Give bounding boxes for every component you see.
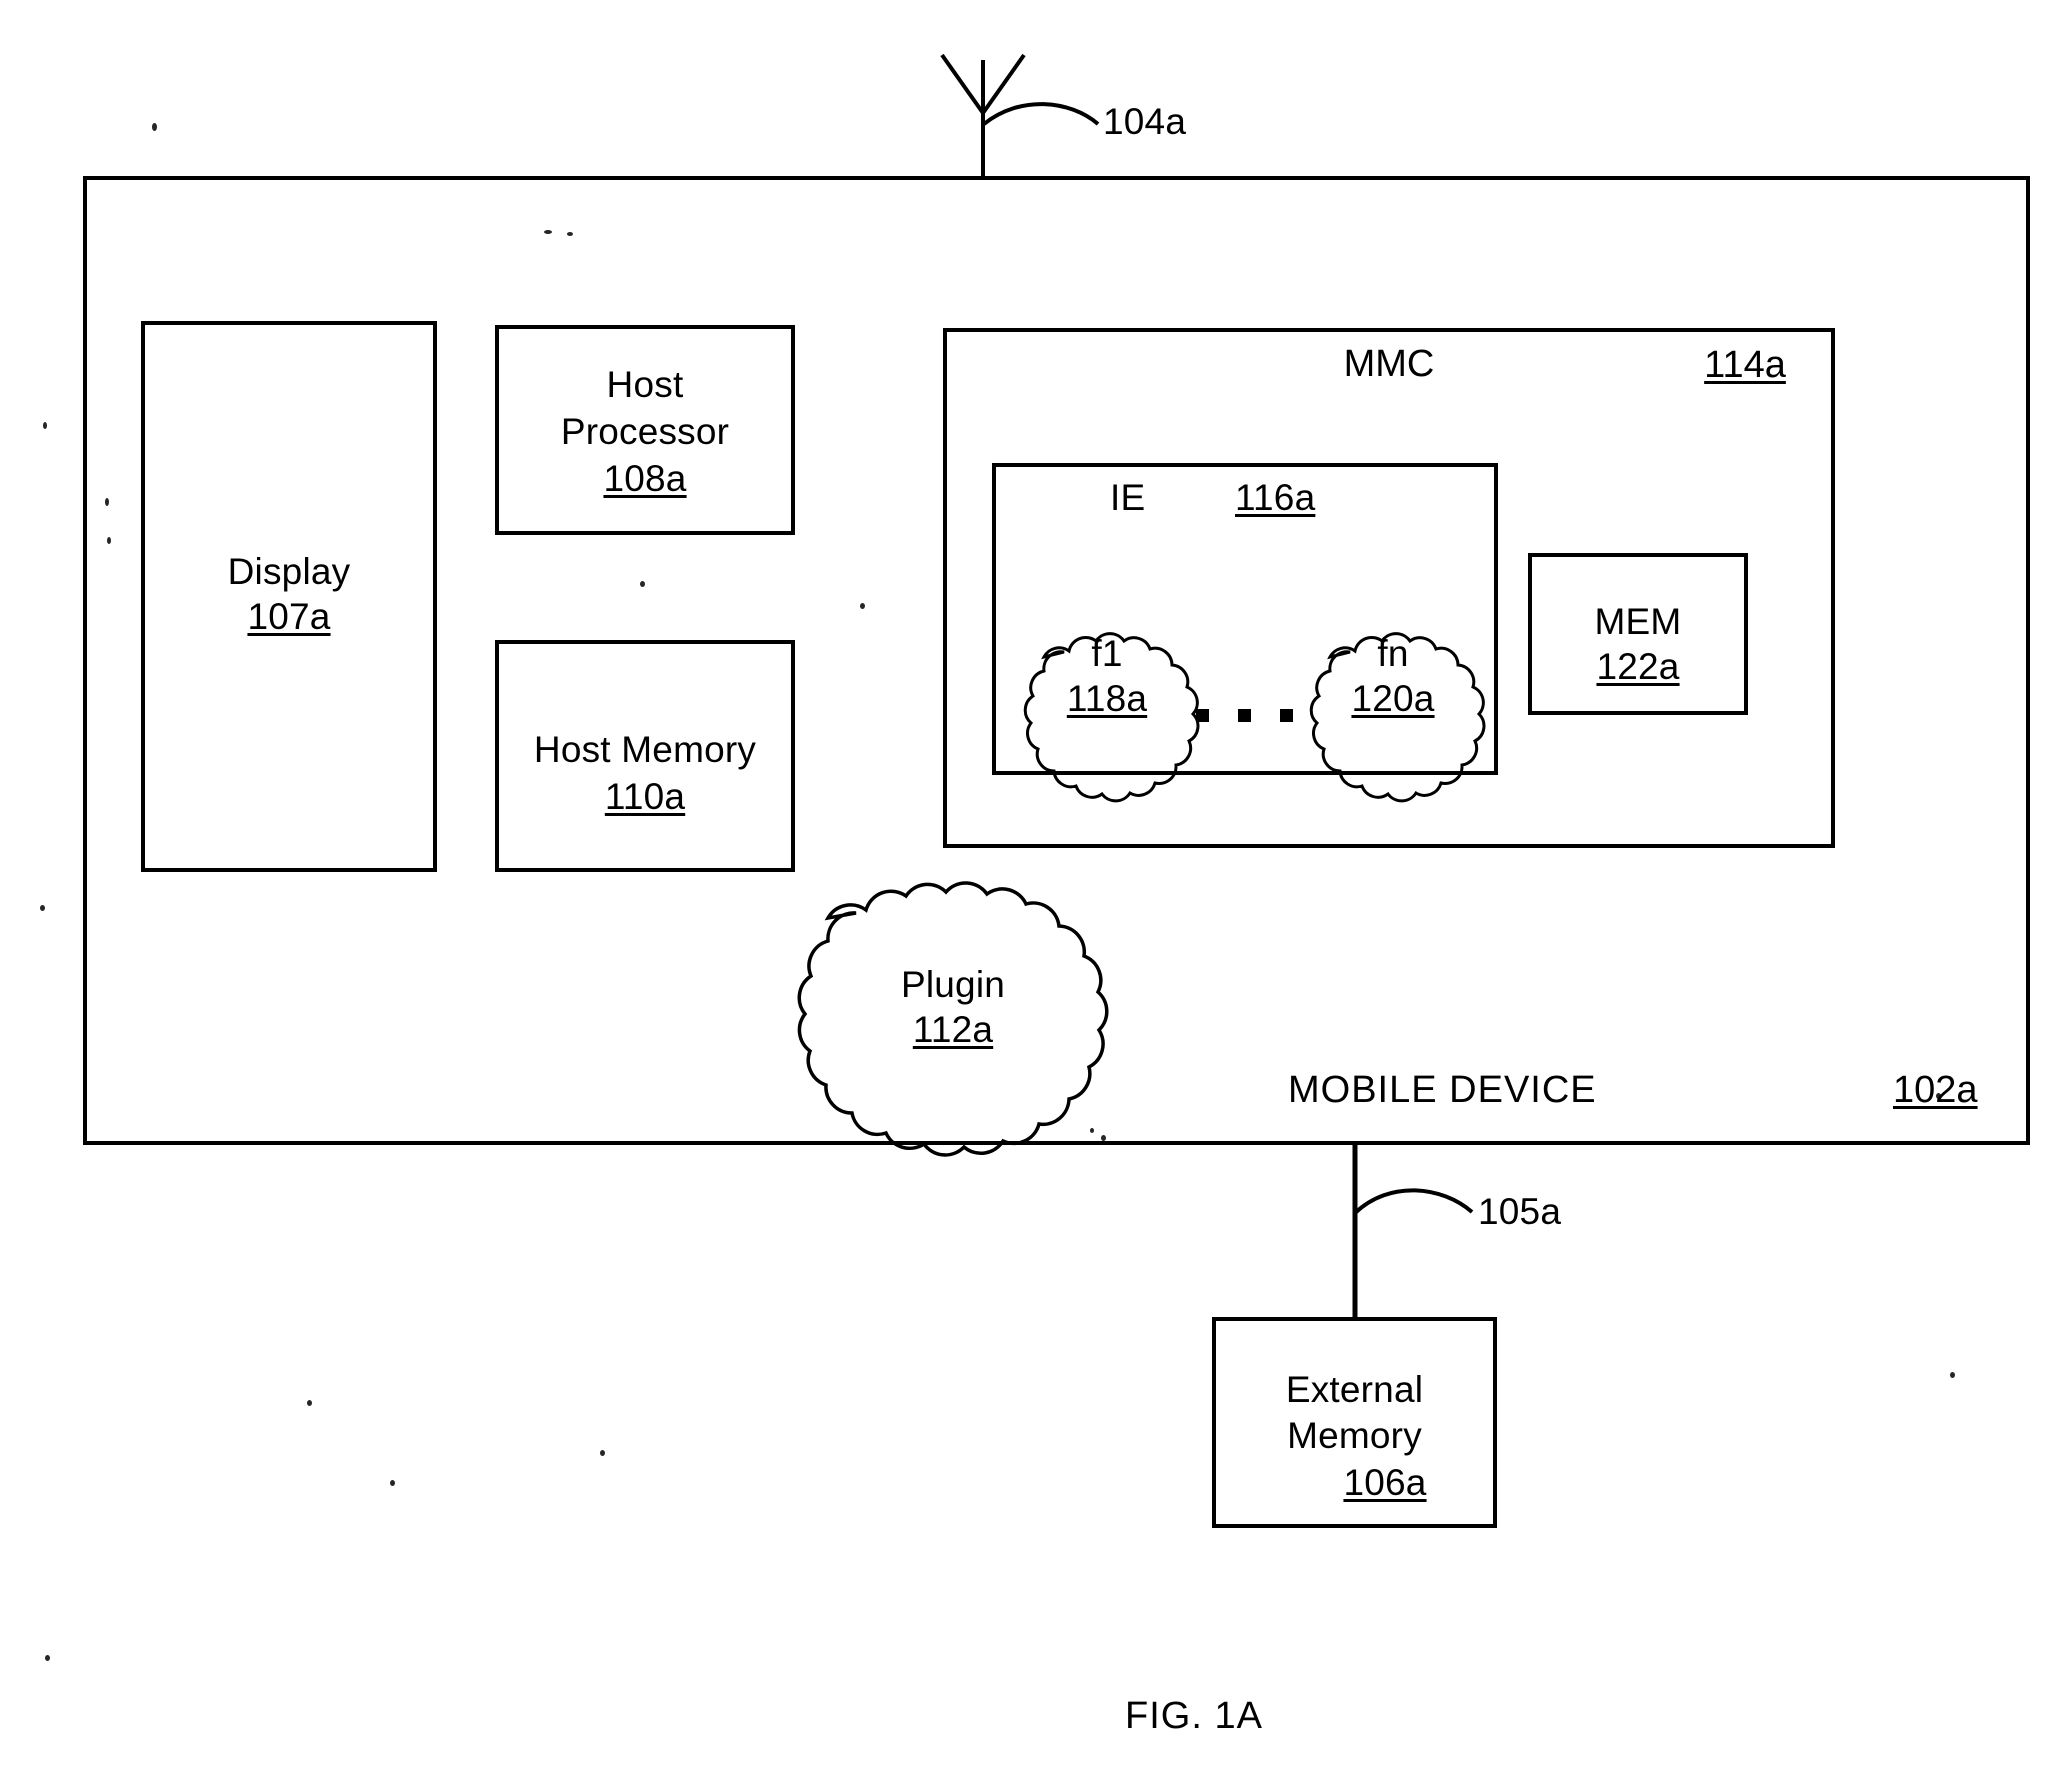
- function-f1-ref: 118a: [1066, 678, 1148, 719]
- function-f1-label: f1: [1091, 633, 1123, 674]
- plugin-ref: 112a: [912, 1009, 994, 1050]
- mobile-device-ref: 102a: [1893, 1069, 1978, 1111]
- external-link-ref: 105a: [1478, 1191, 1562, 1232]
- host-processor-ref: 108a: [603, 458, 687, 499]
- antenna-ref-label: 104a: [1103, 101, 1187, 142]
- host-memory-label: Host Memory: [533, 729, 757, 770]
- mem-ref: 122a: [1596, 646, 1680, 687]
- ellipsis-dot-1: [1196, 709, 1209, 722]
- ie-ref: 116a: [1235, 477, 1316, 518]
- plugin-label: Plugin: [900, 964, 1006, 1005]
- patent-figure-page: 104a MOBILE DEVICE 102a Display 107a Hos…: [0, 0, 2061, 1768]
- function-fn-label: fn: [1377, 633, 1409, 674]
- ellipsis-dot-3: [1280, 709, 1293, 722]
- ie-label: IE: [1110, 477, 1146, 518]
- host-processor-label-line1: Host: [606, 364, 684, 405]
- host-memory-ref: 110a: [604, 776, 686, 817]
- mobile-device-title: MOBILE DEVICE: [1288, 1069, 1597, 1111]
- mem-label: MEM: [1594, 601, 1682, 642]
- external-link-leader: [1353, 1188, 1474, 1215]
- antenna-icon: [940, 53, 1100, 178]
- ellipsis-dot-2: [1238, 709, 1251, 722]
- external-memory-label-line2: Memory: [1287, 1415, 1422, 1456]
- display-ref: 107a: [247, 596, 331, 637]
- figure-caption: FIG. 1A: [1125, 1695, 1263, 1737]
- external-memory-ref: 106a: [1343, 1462, 1427, 1503]
- host-processor-label-line2: Processor: [560, 411, 730, 452]
- function-fn-ref: 120a: [1351, 678, 1435, 719]
- display-label: Display: [227, 551, 351, 592]
- external-memory-label-line1: External: [1285, 1369, 1424, 1410]
- mmc-ref: 114a: [1704, 344, 1786, 386]
